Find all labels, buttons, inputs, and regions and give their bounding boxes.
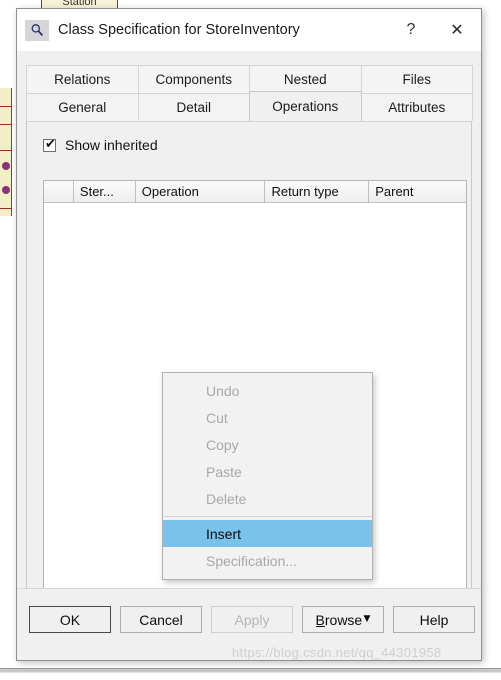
column-header-blank[interactable] bbox=[44, 181, 74, 202]
tab-row-1: Relations Components Nested Files bbox=[26, 65, 473, 93]
apply-button: Apply bbox=[211, 606, 293, 633]
table-header-row: Ster... Operation Return type Parent bbox=[44, 181, 466, 203]
footer-button-row: OK Cancel Apply Browse ▼ Help bbox=[17, 606, 481, 633]
tab-label: Components bbox=[155, 72, 233, 87]
tab-label: Operations bbox=[272, 99, 339, 114]
tab-label: Detail bbox=[176, 100, 211, 115]
menu-item-paste[interactable]: Paste bbox=[163, 458, 372, 485]
screen: Station Class Specification for StoreInv… bbox=[0, 0, 501, 680]
tab-nested[interactable]: Nested bbox=[249, 65, 362, 93]
tab-detail[interactable]: Detail bbox=[137, 93, 250, 121]
column-header-return-type[interactable]: Return type bbox=[265, 181, 370, 202]
class-specification-dialog: Class Specification for StoreInventory ?… bbox=[16, 8, 482, 661]
menu-item-copy[interactable]: Copy bbox=[163, 431, 372, 458]
titlebar-buttons: ? ✕ bbox=[389, 9, 481, 51]
operations-tab-panel: ✔ Show inherited Ster... Operation Retur… bbox=[26, 121, 472, 637]
cancel-button[interactable]: Cancel bbox=[120, 606, 202, 633]
tab-attributes[interactable]: Attributes bbox=[360, 93, 473, 121]
browse-button[interactable]: Browse ▼ bbox=[302, 606, 384, 633]
dialog-footer: OK Cancel Apply Browse ▼ Help bbox=[17, 588, 481, 660]
tab-general[interactable]: General bbox=[26, 93, 139, 121]
show-inherited-label: Show inherited bbox=[65, 137, 158, 153]
chevron-down-icon[interactable]: ▼ bbox=[364, 615, 371, 624]
tab-operations[interactable]: Operations bbox=[249, 91, 362, 121]
tab-label: Attributes bbox=[388, 100, 446, 115]
help-text-button[interactable]: Help bbox=[393, 606, 475, 633]
tab-label: General bbox=[58, 100, 107, 115]
browse-button-label: Browse bbox=[315, 611, 362, 628]
tab-files[interactable]: Files bbox=[360, 65, 473, 93]
tab-row-2: General Detail Operations Attributes bbox=[26, 91, 473, 121]
menu-item-insert[interactable]: Insert bbox=[163, 520, 372, 547]
column-header-operation[interactable]: Operation bbox=[135, 181, 266, 202]
dialog-titlebar[interactable]: Class Specification for StoreInventory ?… bbox=[17, 9, 481, 51]
tab-label: Nested bbox=[283, 72, 327, 87]
menu-item-delete[interactable]: Delete bbox=[163, 485, 372, 512]
tab-area: Relations Components Nested Files Genera… bbox=[17, 65, 481, 637]
ok-button[interactable]: OK bbox=[29, 606, 111, 633]
tab-label: Files bbox=[402, 72, 431, 87]
context-menu[interactable]: Undo Cut Copy Paste Delete Insert Specif… bbox=[162, 372, 373, 580]
checkbox-box[interactable]: ✔ bbox=[43, 136, 56, 152]
menu-separator bbox=[164, 516, 372, 517]
menu-item-specification[interactable]: Specification... bbox=[163, 547, 372, 574]
footer-divider bbox=[17, 588, 481, 589]
help-button[interactable]: ? bbox=[389, 9, 433, 51]
tab-components[interactable]: Components bbox=[137, 65, 250, 93]
dialog-title: Class Specification for StoreInventory bbox=[58, 22, 300, 38]
background-diagram-sliver bbox=[0, 88, 12, 216]
column-header-parent[interactable]: Parent bbox=[369, 181, 466, 202]
background-status-divider bbox=[0, 668, 501, 673]
check-icon: ✔ bbox=[45, 136, 56, 152]
column-header-stereotype[interactable]: Ster... bbox=[73, 181, 136, 202]
menu-item-undo[interactable]: Undo bbox=[163, 377, 372, 404]
close-icon[interactable]: ✕ bbox=[433, 9, 481, 51]
show-inherited-checkbox[interactable]: ✔ Show inherited bbox=[43, 137, 471, 153]
magnifier-icon bbox=[25, 19, 49, 41]
menu-item-cut[interactable]: Cut bbox=[163, 404, 372, 431]
tab-relations[interactable]: Relations bbox=[26, 65, 139, 93]
tab-label: Relations bbox=[54, 72, 111, 87]
